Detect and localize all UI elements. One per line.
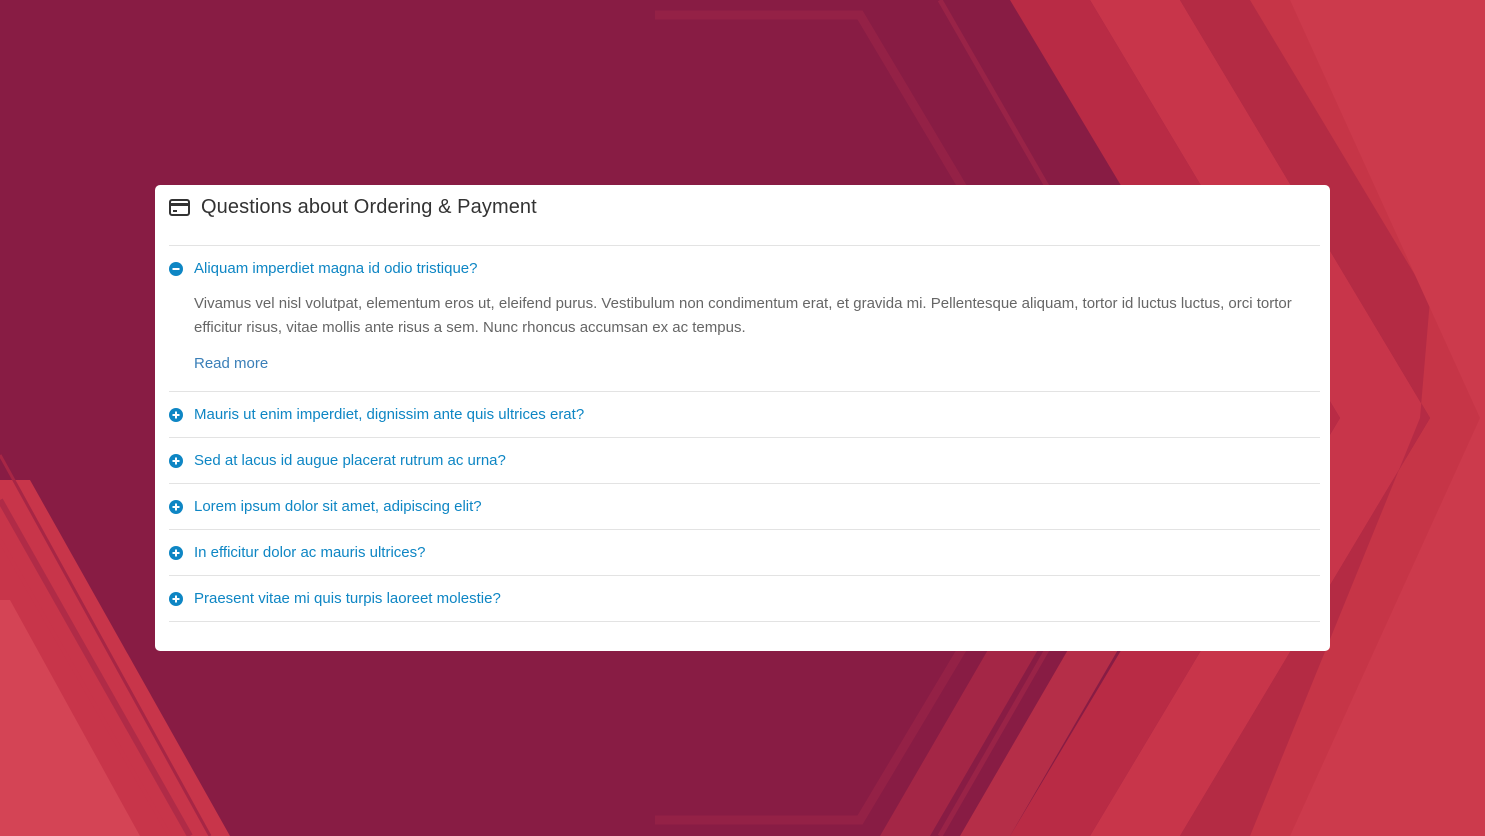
faq-question[interactable]: Sed at lacus id augue placerat rutrum ac… [194,452,506,469]
faq-question-toggle[interactable]: Mauris ut enim imperdiet, dignissim ante… [169,392,1320,437]
faq-answer-text: Vivamus vel nisl volutpat, elementum ero… [194,295,1292,336]
faq-question[interactable]: Mauris ut enim imperdiet, dignissim ante… [194,406,584,423]
faq-question-toggle[interactable]: Lorem ipsum dolor sit amet, adipiscing e… [169,484,1320,529]
credit-card-icon [169,198,190,216]
faq-question-toggle[interactable]: Praesent vitae mi quis turpis laoreet mo… [169,576,1320,621]
faq-question[interactable]: Lorem ipsum dolor sit amet, adipiscing e… [194,498,482,515]
faq-panel: Questions about Ordering & Payment Aliqu… [155,185,1330,651]
faq-question-toggle[interactable]: Aliquam imperdiet magna id odio tristiqu… [169,246,1320,291]
faq-question[interactable]: In efficitur dolor ac mauris ultrices? [194,544,425,561]
plus-circle-icon [169,499,183,514]
faq-question-toggle[interactable]: Sed at lacus id augue placerat rutrum ac… [169,438,1320,483]
minus-circle-icon [169,261,183,276]
faq-item: Sed at lacus id augue placerat rutrum ac… [169,438,1320,484]
plus-circle-icon [169,407,183,422]
panel-header: Questions about Ordering & Payment [169,194,537,220]
faq-item: In efficitur dolor ac mauris ultrices? [169,530,1320,576]
faq-list: Aliquam imperdiet magna id odio tristiqu… [169,245,1320,622]
faq-item: Mauris ut enim imperdiet, dignissim ante… [169,392,1320,438]
faq-answer: Vivamus vel nisl volutpat, elementum ero… [169,292,1320,391]
faq-question[interactable]: Praesent vitae mi quis turpis laoreet mo… [194,590,501,607]
faq-item: Aliquam imperdiet magna id odio tristiqu… [169,246,1320,392]
faq-question-toggle[interactable]: In efficitur dolor ac mauris ultrices? [169,530,1320,575]
faq-item: Praesent vitae mi quis turpis laoreet mo… [169,576,1320,622]
faq-question[interactable]: Aliquam imperdiet magna id odio tristiqu… [194,260,477,277]
read-more-link[interactable]: Read more [194,355,268,372]
plus-circle-icon [169,591,183,606]
faq-item: Lorem ipsum dolor sit amet, adipiscing e… [169,484,1320,530]
plus-circle-icon [169,453,183,468]
panel-title: Questions about Ordering & Payment [201,195,537,218]
plus-circle-icon [169,545,183,560]
